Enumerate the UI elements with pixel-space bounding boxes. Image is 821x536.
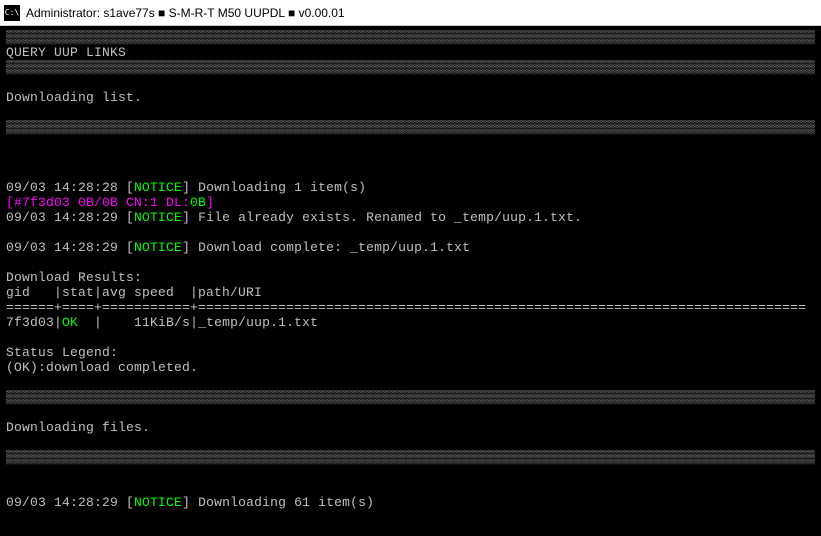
status-text: Downloading list. (6, 90, 815, 105)
log-line: 09/03 14:28:28 [NOTICE] Downloading 1 it… (6, 180, 815, 195)
divider: ▒▒▒▒▒▒▒▒▒▒▒▒▒▒▒▒▒▒▒▒▒▒▒▒▒▒▒▒▒▒▒▒▒▒▒▒▒▒▒▒… (6, 60, 815, 75)
cmd-icon: C:\ (4, 5, 20, 21)
window-title: Administrator: s1ave77s ■ S-M-R-T M50 UU… (26, 6, 345, 20)
divider: ▒▒▒▒▒▒▒▒▒▒▒▒▒▒▒▒▒▒▒▒▒▒▒▒▒▒▒▒▒▒▒▒▒▒▒▒▒▒▒▒… (6, 390, 815, 405)
section-title: QUERY UUP LINKS (6, 45, 815, 60)
window-titlebar[interactable]: C:\ Administrator: s1ave77s ■ S-M-R-T M5… (0, 0, 821, 26)
table-header: gid |stat|avg speed |path/URI (6, 285, 815, 300)
divider: ▒▒▒▒▒▒▒▒▒▒▒▒▒▒▒▒▒▒▒▒▒▒▒▒▒▒▒▒▒▒▒▒▒▒▒▒▒▒▒▒… (6, 450, 815, 465)
divider: ▒▒▒▒▒▒▒▒▒▒▒▒▒▒▒▒▒▒▒▒▒▒▒▒▒▒▒▒▒▒▒▒▒▒▒▒▒▒▒▒… (6, 120, 815, 135)
progress-line: [#7f3d03 0B/0B CN:1 DL:0B] (6, 195, 815, 210)
log-line: 09/03 14:28:29 [NOTICE] Download complet… (6, 240, 815, 255)
legend-item: (OK):download completed. (6, 360, 815, 375)
legend-header: Status Legend: (6, 345, 815, 360)
log-line: 09/03 14:28:29 [NOTICE] File already exi… (6, 210, 815, 225)
divider-top: ▒▒▒▒▒▒▒▒▒▒▒▒▒▒▒▒▒▒▒▒▒▒▒▒▒▒▒▒▒▒▒▒▒▒▒▒▒▒▒▒… (6, 30, 815, 45)
terminal-output: ▒▒▒▒▒▒▒▒▒▒▒▒▒▒▒▒▒▒▒▒▒▒▒▒▒▒▒▒▒▒▒▒▒▒▒▒▒▒▒▒… (0, 26, 821, 536)
results-header: Download Results: (6, 270, 815, 285)
log-line: 09/03 14:28:29 [NOTICE] Downloading 61 i… (6, 495, 815, 510)
status-text: Downloading files. (6, 420, 815, 435)
table-separator: ======+====+===========+================… (6, 300, 815, 315)
table-row: 7f3d03|OK | 11KiB/s|_temp/uup.1.txt (6, 315, 815, 330)
